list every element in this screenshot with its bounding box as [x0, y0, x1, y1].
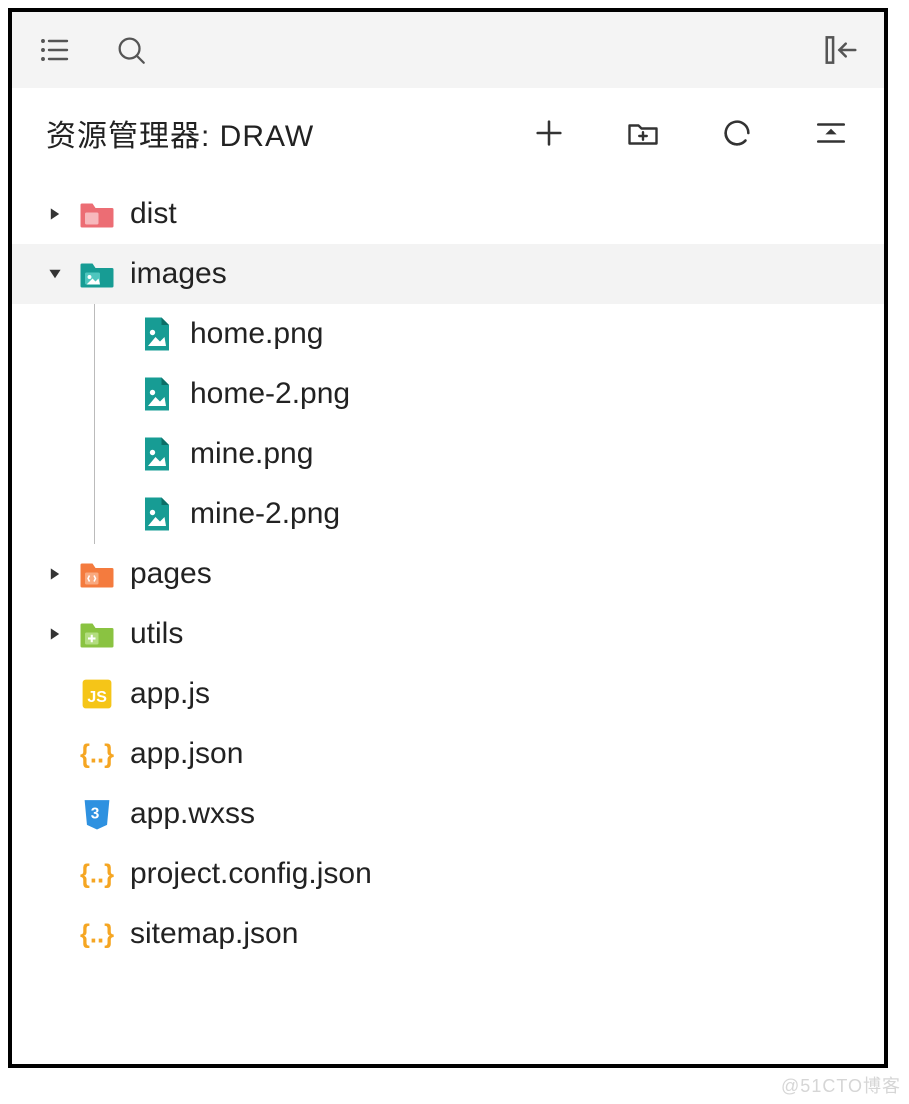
- indent-guide: [94, 304, 95, 544]
- folder-views-icon: [78, 555, 116, 593]
- folder-utils-icon: [78, 615, 116, 653]
- folder-icon: [78, 195, 116, 233]
- folder-images[interactable]: images: [12, 244, 884, 304]
- collapse-all-button[interactable]: [806, 108, 856, 158]
- file-label: app.wxss: [130, 797, 255, 831]
- refresh-button[interactable]: [712, 108, 762, 158]
- watermark: @51CTO博客: [781, 1072, 901, 1098]
- file-app-json[interactable]: {..} app.json: [12, 724, 884, 784]
- file-home-png[interactable]: home.png: [12, 304, 884, 364]
- file-project-config-json[interactable]: {..} project.config.json: [12, 844, 884, 904]
- list-icon[interactable]: [36, 31, 74, 69]
- svg-text:{..}: {..}: [80, 861, 114, 889]
- folder-label: pages: [130, 557, 212, 591]
- folder-utils[interactable]: utils: [12, 604, 884, 664]
- explorer-title: 资源管理器: DRAW: [46, 111, 314, 155]
- wxss-file-icon: 3: [78, 795, 116, 833]
- file-home-2-png[interactable]: home-2.png: [12, 364, 884, 424]
- top-toolbar: [12, 12, 884, 88]
- image-file-icon: [138, 375, 176, 413]
- file-mine-2-png[interactable]: mine-2.png: [12, 484, 884, 544]
- svg-text:3: 3: [91, 806, 100, 823]
- json-file-icon: {..}: [78, 855, 116, 893]
- images-children: home.png home-2.png mine.png mine-2.png: [12, 304, 884, 544]
- chevron-down-icon: [46, 265, 64, 283]
- svg-text:{..}: {..}: [80, 921, 114, 949]
- chevron-right-icon: [46, 205, 64, 223]
- file-label: sitemap.json: [130, 917, 298, 951]
- json-file-icon: {..}: [78, 915, 116, 953]
- chevron-right-icon: [46, 565, 64, 583]
- file-label: project.config.json: [130, 857, 372, 891]
- explorer-header: 资源管理器: DRAW: [12, 88, 884, 178]
- new-file-button[interactable]: [524, 108, 574, 158]
- file-label: home-2.png: [190, 377, 350, 411]
- js-file-icon: JS: [78, 675, 116, 713]
- svg-text:JS: JS: [87, 689, 107, 706]
- chevron-right-icon: [46, 625, 64, 643]
- file-tree: dist images home.png h: [12, 178, 884, 1064]
- folder-dist[interactable]: dist: [12, 184, 884, 244]
- json-file-icon: {..}: [78, 735, 116, 773]
- file-app-js[interactable]: JS app.js: [12, 664, 884, 724]
- svg-text:{..}: {..}: [80, 741, 114, 769]
- file-label: home.png: [190, 317, 323, 351]
- search-icon[interactable]: [112, 31, 150, 69]
- folder-images-icon: [78, 255, 116, 293]
- image-file-icon: [138, 435, 176, 473]
- collapse-panel-icon[interactable]: [822, 31, 860, 69]
- image-file-icon: [138, 495, 176, 533]
- file-label: mine-2.png: [190, 497, 340, 531]
- file-label: app.json: [130, 737, 243, 771]
- folder-pages[interactable]: pages: [12, 544, 884, 604]
- file-app-wxss[interactable]: 3 app.wxss: [12, 784, 884, 844]
- file-label: mine.png: [190, 437, 313, 471]
- new-folder-button[interactable]: [618, 108, 668, 158]
- folder-label: images: [130, 257, 227, 291]
- folder-label: utils: [130, 617, 183, 651]
- image-file-icon: [138, 315, 176, 353]
- explorer-panel: 资源管理器: DRAW: [8, 8, 888, 1068]
- file-label: app.js: [130, 677, 210, 711]
- file-sitemap-json[interactable]: {..} sitemap.json: [12, 904, 884, 964]
- file-mine-png[interactable]: mine.png: [12, 424, 884, 484]
- folder-label: dist: [130, 197, 177, 231]
